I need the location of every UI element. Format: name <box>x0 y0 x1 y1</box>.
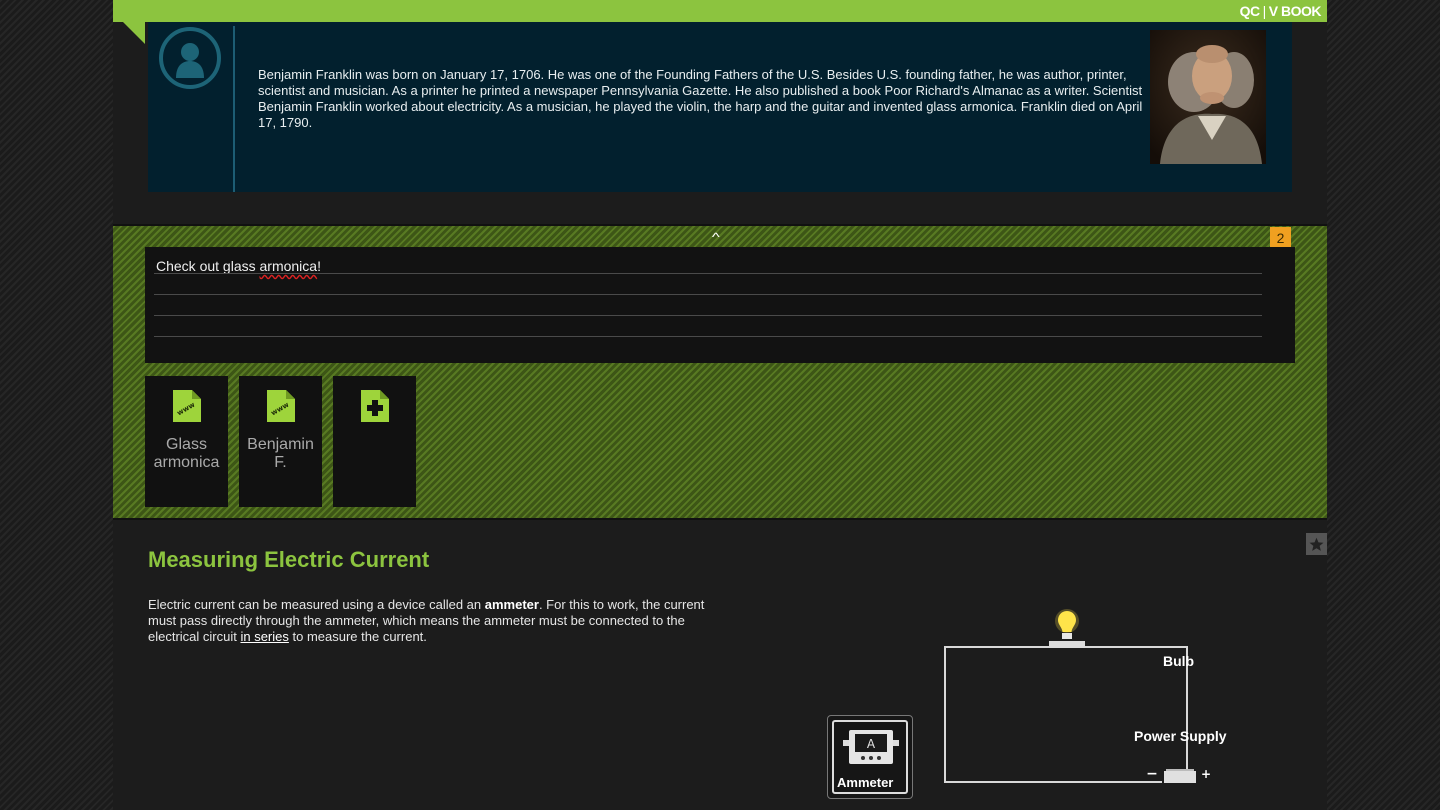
note-text[interactable]: Check out glass armonica! <box>156 258 321 274</box>
link-tile-label: Glass armonica <box>153 436 220 471</box>
link-tile-benjamin-f[interactable]: www Benjamin F. <box>239 376 322 507</box>
franklin-portrait <box>1150 30 1266 164</box>
ebook-page: QC | V BOOK Benjamin Franklin was born on … <box>113 0 1327 810</box>
battery-icon[interactable]: − + <box>1144 765 1216 789</box>
circuit-diagram: Bulb Power Supply − + A Ammeter <box>823 605 1243 805</box>
avatar-icon <box>159 27 221 89</box>
battery-plus: + <box>1201 767 1211 781</box>
power-supply-label: Power Supply <box>1134 728 1227 744</box>
ammeter-label: Ammeter <box>837 775 894 790</box>
bulb-label: Bulb <box>1163 653 1195 669</box>
brand-logo: QC | V BOOK <box>1239 3 1322 19</box>
lesson-title: Measuring Electric Current <box>148 547 430 572</box>
add-link-tile[interactable] <box>333 376 416 507</box>
notes-section: ^ 2 Check out glass armonica! www Glass … <box>113 224 1327 520</box>
top-bar: QC | V BOOK <box>113 0 1327 22</box>
term-ammeter: ammeter <box>484 597 539 612</box>
brand-logo-left: QC <box>1239 3 1261 19</box>
corner-fold <box>123 22 145 44</box>
bulb-icon[interactable] <box>1045 607 1089 649</box>
battery-minus: − <box>1146 766 1158 782</box>
ammeter-symbol: A <box>867 737 876 751</box>
www-file-icon: www <box>172 390 201 422</box>
ammeter-frame: A Ammeter <box>832 720 908 794</box>
bio-panel: Benjamin Franklin was born on January 17… <box>148 22 1292 192</box>
link-tile-label: Benjamin F. <box>247 436 314 471</box>
collapse-caret-icon[interactable]: ^ <box>712 230 720 244</box>
www-file-icon: www <box>266 390 295 422</box>
note-count: 2 <box>1276 230 1285 246</box>
bookmark-star-button[interactable] <box>1306 533 1327 555</box>
misspelled-word: armonica <box>259 258 318 274</box>
note-rule <box>154 294 1262 295</box>
ammeter-icon: A <box>843 730 899 764</box>
lesson-text: Electric current can be measured using a… <box>148 597 705 644</box>
ammeter-device[interactable]: A Ammeter <box>827 715 913 799</box>
note-rule <box>154 336 1262 337</box>
note-rule <box>154 273 1262 274</box>
in-series-link[interactable]: in series <box>240 629 288 644</box>
star-icon <box>1309 537 1324 551</box>
add-file-icon <box>360 390 389 422</box>
link-tile-glass-armonica[interactable]: www Glass armonica <box>145 376 228 507</box>
brand-logo-right: V BOOK <box>1268 3 1322 19</box>
note-editor[interactable]: Check out glass armonica! <box>145 247 1295 363</box>
circuit-wire <box>944 646 1188 783</box>
bio-text: Benjamin Franklin was born on January 17… <box>258 67 1143 130</box>
bio-divider <box>233 26 235 192</box>
note-rule <box>154 315 1262 316</box>
